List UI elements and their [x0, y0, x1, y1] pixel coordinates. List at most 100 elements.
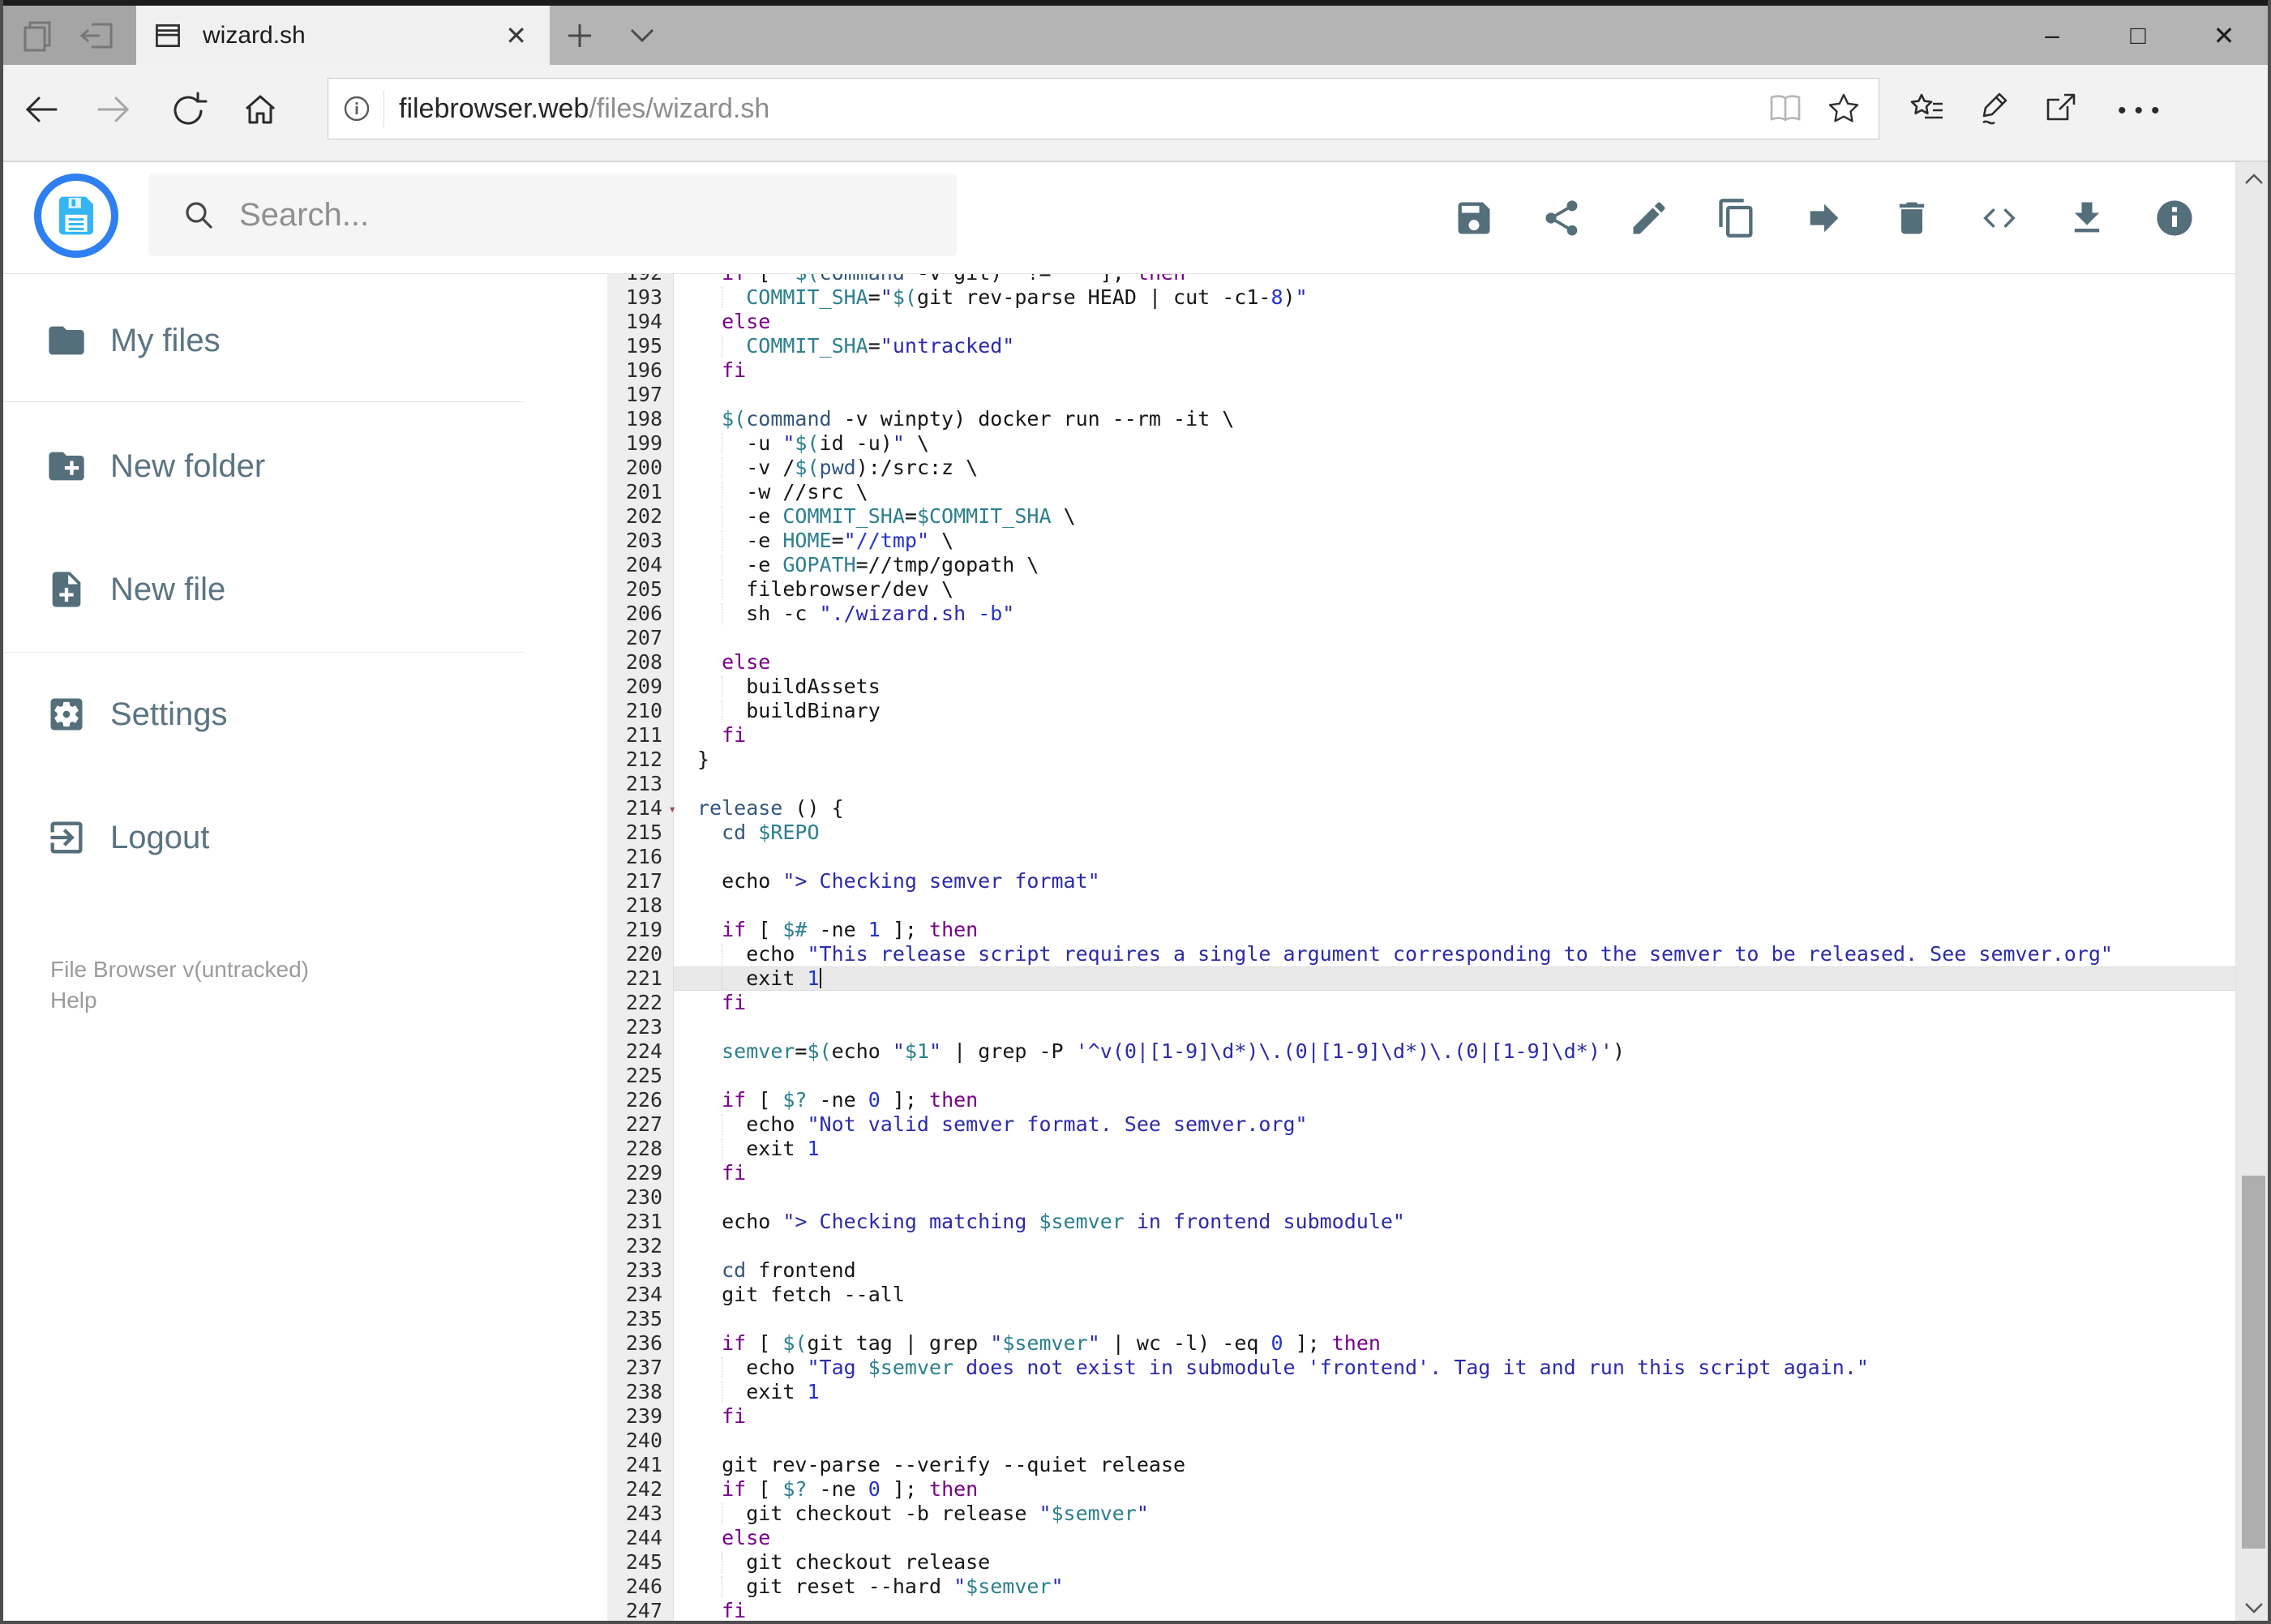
move-icon[interactable] — [1803, 197, 1845, 239]
code-line[interactable]: 225 — [607, 1064, 2236, 1088]
edit-icon[interactable] — [1628, 197, 1670, 239]
scroll-down-icon[interactable] — [2236, 1592, 2271, 1624]
restore-tabs-icon[interactable] — [79, 17, 116, 54]
code-line[interactable]: 245 git checkout release — [607, 1550, 2236, 1575]
sidebar-item-new-folder[interactable]: New folder — [0, 424, 523, 508]
tab-close-icon[interactable]: ✕ — [499, 19, 533, 52]
download-icon[interactable] — [2066, 197, 2108, 239]
help-link[interactable]: Help — [50, 988, 97, 1013]
code-line[interactable]: 203 -e HOME="//tmp" \ — [607, 529, 2236, 553]
code-line[interactable]: 215 cd $REPO — [607, 821, 2236, 845]
code-view-icon[interactable] — [1978, 197, 2020, 239]
code-line[interactable]: 247 fi — [607, 1599, 2236, 1623]
code-line[interactable]: 223 — [607, 1015, 2236, 1039]
code-line[interactable]: 229 fi — [607, 1161, 2236, 1185]
code-line[interactable]: 195 COMMIT_SHA="untracked" — [607, 334, 2236, 358]
code-line[interactable]: 218 — [607, 893, 2236, 918]
more-options-icon[interactable]: ••• — [2118, 97, 2168, 125]
code-line[interactable]: 239 fi — [607, 1404, 2236, 1429]
back-icon[interactable] — [22, 90, 61, 129]
code-line[interactable]: 193 COMMIT_SHA="$(git rev-parse HEAD | c… — [607, 285, 2236, 310]
code-line[interactable]: 217 echo "> Checking semver format" — [607, 869, 2236, 893]
share-icon[interactable] — [1540, 197, 1583, 239]
sidebar-item-new-file[interactable]: New file — [0, 547, 523, 632]
code-line[interactable]: 206 sh -c "./wizard.sh -b" — [607, 602, 2236, 626]
ink-annotate-icon[interactable] — [1977, 90, 2014, 127]
code-line[interactable]: 192 if [ "$(command -v git)" != "" ]; th… — [607, 274, 2236, 285]
code-line[interactable]: 244 else — [607, 1526, 2236, 1550]
code-line[interactable]: 220 echo "This release script requires a… — [607, 942, 2236, 966]
new-tab-button[interactable] — [555, 6, 604, 65]
code-line[interactable]: 204 -e GOPATH=//tmp/gopath \ — [607, 553, 2236, 577]
code-line[interactable]: 246 git reset --hard "$semver" — [607, 1575, 2236, 1599]
code-line[interactable]: 243 git checkout -b release "$semver" — [607, 1502, 2236, 1526]
code-line[interactable]: 232 — [607, 1234, 2236, 1258]
code-line[interactable]: 241 git rev-parse --verify --quiet relea… — [607, 1453, 2236, 1477]
scrollbar-thumb[interactable] — [2242, 1176, 2265, 1549]
tab-preview-chevron-icon[interactable] — [618, 6, 666, 65]
line-number: 201 — [607, 480, 674, 504]
home-icon[interactable] — [241, 90, 280, 129]
code-line[interactable]: 238 exit 1 — [607, 1380, 2236, 1404]
close-button[interactable]: ✕ — [2181, 6, 2267, 65]
code-line[interactable]: 237 echo "Tag $semver does not exist in … — [607, 1356, 2236, 1380]
copy-icon[interactable] — [1716, 197, 1758, 239]
minimize-button[interactable]: – — [2009, 6, 2095, 65]
code-editor[interactable]: 192 if [ "$(command -v git)" != "" ]; th… — [607, 274, 2236, 1624]
sidebar-item-my-files[interactable]: My files — [0, 298, 523, 383]
code-line[interactable]: 209 buildAssets — [607, 675, 2236, 699]
code-line[interactable]: 224 semver=$(echo "$1" | grep -P '^v(0|[… — [607, 1039, 2236, 1064]
share-page-icon[interactable] — [2043, 90, 2080, 127]
code-line[interactable]: 194 else — [607, 310, 2236, 334]
code-line[interactable]: 213 — [607, 772, 2236, 796]
code-line[interactable]: 231 echo "> Checking matching $semver in… — [607, 1210, 2236, 1234]
code-line[interactable]: 199 -u "$(id -u)" \ — [607, 431, 2236, 456]
add-favorite-star-icon[interactable] — [1827, 92, 1861, 126]
code-line[interactable]: 227 echo "Not valid semver format. See s… — [607, 1112, 2236, 1137]
search-bar[interactable] — [148, 174, 957, 256]
code-line[interactable]: 230 — [607, 1185, 2236, 1210]
page-scrollbar[interactable] — [2235, 162, 2271, 1624]
search-input[interactable] — [238, 195, 957, 234]
scroll-up-icon[interactable] — [2236, 162, 2271, 195]
save-icon[interactable] — [1453, 197, 1495, 239]
code-line[interactable]: 196 fi — [607, 358, 2236, 383]
code-line[interactable]: 201 -w //src \ — [607, 480, 2236, 504]
maximize-button[interactable]: □ — [2095, 6, 2181, 65]
address-bar[interactable]: filebrowser.web /files/wizard.sh — [328, 78, 1879, 139]
code-line[interactable]: 236 if [ $(git tag | grep "$semver" | wc… — [607, 1331, 2236, 1356]
code-line[interactable]: 242 if [ $? -ne 0 ]; then — [607, 1477, 2236, 1502]
code-line[interactable]: 200 -v /$(pwd):/src:z \ — [607, 456, 2236, 480]
filebrowser-logo[interactable] — [34, 174, 118, 258]
code-line[interactable]: 205 filebrowser/dev \ — [607, 577, 2236, 602]
code-line[interactable]: 207 — [607, 626, 2236, 650]
sidebar-item-settings[interactable]: Settings — [0, 672, 523, 756]
info-icon[interactable] — [2153, 197, 2196, 239]
code-line[interactable]: 235 — [607, 1307, 2236, 1331]
code-line[interactable]: 228 exit 1 — [607, 1137, 2236, 1161]
code-line[interactable]: 226 if [ $? -ne 0 ]; then — [607, 1088, 2236, 1112]
code-line[interactable]: 234 git fetch --all — [607, 1283, 2236, 1307]
code-line[interactable]: 198 $(command -v winpty) docker run --rm… — [607, 407, 2236, 431]
browser-tab[interactable]: wizard.sh ✕ — [136, 6, 550, 65]
code-line[interactable]: 233 cd frontend — [607, 1258, 2236, 1283]
site-info-icon[interactable] — [343, 95, 371, 122]
code-line[interactable]: 221 exit 1 — [607, 966, 2236, 991]
delete-icon[interactable] — [1891, 197, 1933, 239]
code-line[interactable]: 240 — [607, 1429, 2236, 1453]
code-line[interactable]: 212} — [607, 748, 2236, 772]
code-line[interactable]: 208 else — [607, 650, 2236, 675]
line-number: 247 — [607, 1599, 674, 1623]
code-line[interactable]: 197 — [607, 383, 2236, 407]
refresh-icon[interactable] — [169, 90, 208, 129]
code-line[interactable]: 211 fi — [607, 723, 2236, 748]
code-line[interactable]: 202 -e COMMIT_SHA=$COMMIT_SHA \ — [607, 504, 2236, 529]
code-line[interactable]: 219 if [ $# -ne 1 ]; then — [607, 918, 2236, 942]
tabs-set-aside-icon[interactable] — [20, 17, 58, 54]
code-line[interactable]: 214 ▾ release () { — [607, 796, 2236, 821]
favorites-hub-icon[interactable] — [1909, 90, 1946, 127]
code-line[interactable]: 210 buildBinary — [607, 699, 2236, 723]
code-line[interactable]: 216 — [607, 845, 2236, 869]
sidebar-item-logout[interactable]: Logout — [0, 795, 523, 880]
code-line[interactable]: 222 fi — [607, 991, 2236, 1015]
